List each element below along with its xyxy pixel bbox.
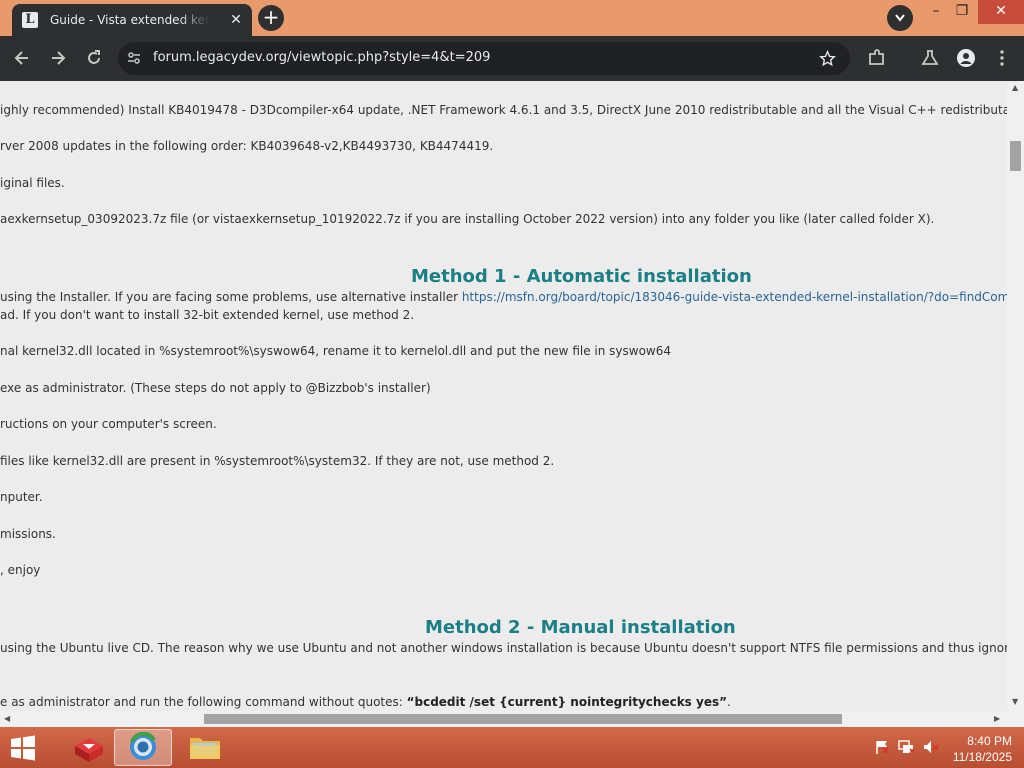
vertical-scrollbar[interactable]: ▲ ▼ bbox=[1007, 81, 1024, 711]
post-text: e as administrator and run the following… bbox=[0, 695, 407, 709]
page-content: ighly recommended) Install KB4019478 - D… bbox=[0, 81, 1007, 711]
post-text-line: iginal files. bbox=[0, 176, 65, 190]
installer-link[interactable]: https://msfn.org/board/topic/183046-guid… bbox=[462, 290, 1007, 304]
reload-icon[interactable] bbox=[84, 48, 104, 68]
profile-icon[interactable] bbox=[956, 48, 976, 68]
post-text: using the Installer. If you are facing s… bbox=[0, 290, 462, 304]
post-text-line: exe as administrator. (These steps do no… bbox=[0, 381, 431, 395]
flag-icon[interactable] bbox=[874, 739, 890, 755]
horizontal-scrollbar[interactable]: ◀ ▶ bbox=[0, 711, 1024, 727]
url-text[interactable]: forum.legacydev.org/viewtopic.php?style=… bbox=[153, 50, 490, 65]
network-icon[interactable] bbox=[898, 739, 916, 755]
taskbar-app-file-explorer[interactable] bbox=[176, 729, 234, 766]
post-text-line: nputer. bbox=[0, 490, 43, 504]
taskbar: 8:40 PM 11/18/2025 bbox=[0, 727, 1024, 768]
post-text-line: files like kernel32.dll are present in %… bbox=[0, 454, 555, 468]
post-text-line: ighly recommended) Install KB4019478 - D… bbox=[0, 103, 1007, 117]
menu-dots-icon[interactable] bbox=[992, 48, 1012, 68]
post-text-line: ad. If you don't want to install 32-bit … bbox=[0, 308, 415, 322]
taskbar-app-toolbox[interactable] bbox=[60, 729, 118, 766]
post-text-line: , enjoy bbox=[0, 563, 41, 577]
post-text-line: aexkernsetup_03092023.7z file (or vistae… bbox=[0, 212, 935, 226]
extensions-icon[interactable] bbox=[867, 48, 887, 68]
site-info-icon[interactable] bbox=[126, 50, 142, 66]
post-text-line: nal kernel32.dll located in %systemroot%… bbox=[0, 344, 672, 358]
browser-toolbar: forum.legacydev.org/viewtopic.php?style=… bbox=[0, 36, 1024, 81]
toolbox-app-icon bbox=[75, 738, 103, 762]
section-heading-method-1: Method 1 - Automatic installation bbox=[411, 266, 752, 287]
window-close-button[interactable]: ✕ bbox=[978, 0, 1024, 24]
bookmark-star-icon[interactable] bbox=[819, 50, 836, 67]
tab-favicon-icon: L bbox=[22, 12, 38, 28]
post-text-line: e as administrator and run the following… bbox=[0, 695, 731, 709]
horizontal-scroll-thumb[interactable] bbox=[204, 714, 842, 724]
bcdedit-command: “bcdedit /set {current} nointegritycheck… bbox=[406, 695, 727, 709]
browser-tab-active[interactable]: L Guide - Vista extended kernel in ✕ bbox=[12, 4, 252, 36]
tab-close-icon[interactable]: ✕ bbox=[228, 12, 244, 28]
clock-time: 8:40 PM bbox=[967, 734, 1012, 748]
post-text-line: rver 2008 updates in the following order… bbox=[0, 139, 494, 153]
scroll-down-arrow-icon[interactable]: ▼ bbox=[1012, 697, 1018, 706]
back-icon[interactable] bbox=[12, 48, 32, 68]
labs-flask-icon[interactable] bbox=[920, 48, 940, 68]
tab-title: Guide - Vista extended kernel in bbox=[50, 13, 210, 27]
post-text-line: using the Installer. If you are facing s… bbox=[0, 290, 1007, 304]
post-text-line: ructions on your computer's screen. bbox=[0, 417, 217, 431]
folder-icon bbox=[190, 738, 220, 759]
chevron-down-icon bbox=[895, 14, 905, 22]
forward-icon[interactable] bbox=[48, 48, 68, 68]
new-tab-button[interactable]: + bbox=[258, 5, 284, 31]
post-text-line: missions. bbox=[0, 527, 56, 541]
taskbar-app-browser[interactable] bbox=[114, 729, 172, 766]
browser-app-icon bbox=[130, 731, 156, 760]
clock-date: 11/18/2025 bbox=[952, 750, 1012, 764]
scroll-up-arrow-icon[interactable]: ▲ bbox=[1012, 83, 1018, 92]
scroll-right-arrow-icon[interactable]: ▶ bbox=[994, 714, 1000, 723]
taskbar-clock[interactable]: 8:40 PM 11/18/2025 bbox=[953, 733, 1012, 765]
address-bar[interactable]: forum.legacydev.org/viewtopic.php?style=… bbox=[118, 42, 850, 75]
tab-search-button[interactable] bbox=[887, 5, 913, 31]
scroll-left-arrow-icon[interactable]: ◀ bbox=[4, 714, 10, 723]
vertical-scroll-thumb[interactable] bbox=[1010, 141, 1021, 171]
volume-muted-icon[interactable] bbox=[922, 739, 940, 755]
windows-start-icon[interactable] bbox=[6, 733, 40, 763]
post-text: . bbox=[727, 695, 731, 709]
post-text-line: using the Ubuntu live CD. The reason why… bbox=[0, 641, 1007, 655]
window-restore-button[interactable]: ❐ bbox=[946, 0, 978, 24]
tab-strip: L Guide - Vista extended kernel in ✕ + –… bbox=[0, 0, 1024, 36]
section-heading-method-2: Method 2 - Manual installation bbox=[425, 617, 736, 638]
